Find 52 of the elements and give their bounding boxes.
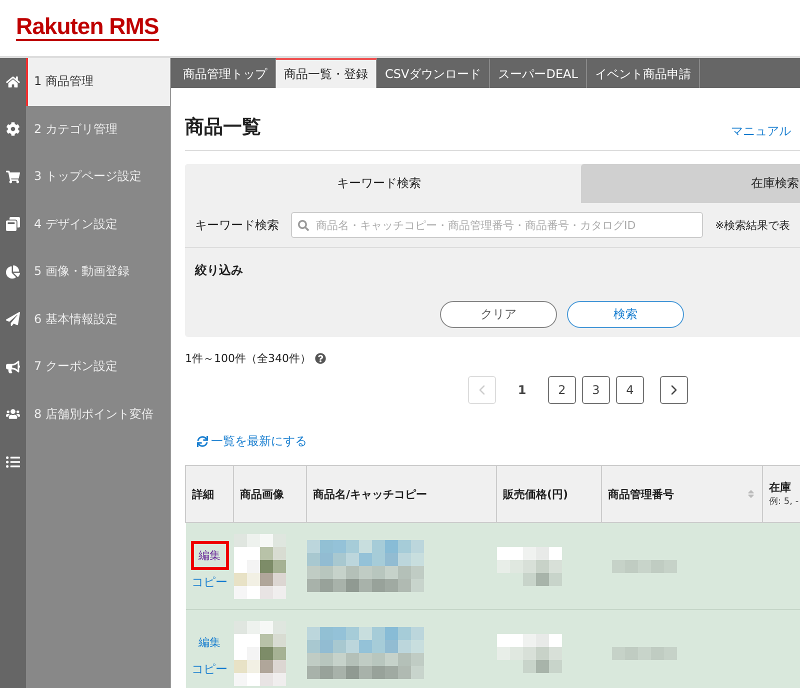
settings-icon (6, 122, 20, 136)
pie-chart-icon (6, 264, 20, 279)
sort-icon[interactable] (746, 489, 756, 499)
section-label: 絞り込み (194, 262, 244, 279)
list-icon (6, 454, 20, 469)
blurred-text (612, 560, 676, 572)
sidebar-item[interactable]: 8 店舗別ポイント変倍 (0, 390, 170, 438)
copy-link[interactable]: コピー (192, 574, 228, 591)
people-icon (6, 407, 20, 422)
tab[interactable]: CSVダウンロード (377, 58, 490, 88)
column-header: 商品管理番号 (602, 466, 762, 522)
search-tab[interactable]: 在庫検索 (581, 164, 800, 203)
sidebar-item[interactable]: 7 クーポン設定 (0, 343, 170, 390)
field-label: キーワード検索 (195, 216, 279, 234)
logo: Rakuten RMS (16, 15, 159, 41)
result-count: 1件～100件（全340件） (185, 351, 311, 366)
edit-link[interactable]: 編集 (190, 541, 228, 570)
paper-plane-icon (6, 312, 20, 326)
tab[interactable]: スーパーDEAL (490, 58, 587, 88)
manual-link[interactable]: マニュアル (731, 123, 791, 140)
page-title: 商品一覧 (185, 115, 261, 140)
tab[interactable]: イベント商品申請 (586, 58, 700, 88)
edit-link[interactable]: 編集 (190, 628, 228, 657)
cart-icon (6, 170, 20, 184)
sidebar-item[interactable]: 4 デザイン設定 (0, 200, 170, 248)
windows-icon (6, 217, 20, 232)
search-button[interactable]: 検索 (567, 301, 684, 328)
refresh-icon (197, 436, 208, 447)
blurred-text (612, 646, 676, 660)
column-header: 商品画像 (234, 466, 306, 522)
page-button[interactable]: 2 (548, 376, 576, 404)
sidebar-item[interactable]: 6 基本情報設定 (0, 296, 170, 343)
column-header: 販売価格(円) (496, 466, 602, 522)
page-button[interactable]: 4 (616, 376, 644, 404)
help-icon[interactable] (315, 353, 326, 364)
tab[interactable]: 商品一覧・登録 (276, 58, 377, 88)
search-icon (298, 220, 309, 230)
column-header: 詳細 (186, 466, 234, 522)
home-icon (6, 74, 20, 89)
clear-button[interactable]: クリア (440, 301, 557, 328)
refresh-link[interactable]: 一覧を最新にする (197, 433, 307, 450)
page-button[interactable]: 3 (582, 376, 610, 404)
search-field[interactable]: 商品名・キャッチコピー・商品管理番号・商品番号・カタログID (291, 212, 703, 238)
column-header: 在庫 例: 5, - (762, 466, 800, 522)
sidebar-item[interactable]: 5 画像・動画登録 (0, 248, 170, 296)
next-page-button[interactable] (660, 376, 688, 404)
megaphone-icon (6, 360, 20, 374)
sidebar-item[interactable]: 3 トップページ設定 (0, 153, 170, 200)
copy-link[interactable]: コピー (192, 661, 228, 678)
sidebar-item[interactable]: 2 カテゴリ管理 (0, 106, 170, 153)
column-header: 商品名/キャッチコピー (306, 466, 496, 522)
search-note: ※検索結果で表 (715, 218, 790, 232)
